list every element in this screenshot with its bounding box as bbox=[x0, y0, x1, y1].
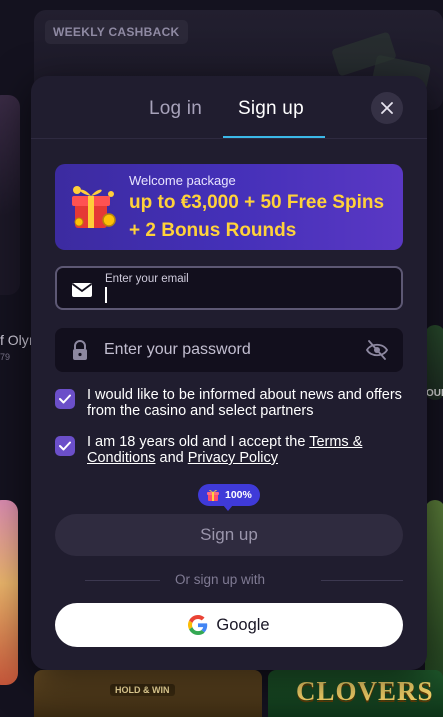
divider-line-left bbox=[85, 580, 160, 581]
promo-subtitle: Welcome package bbox=[129, 173, 236, 188]
promo-headline: up to €3,000 + 50 Free Spins + 2 Bonus R… bbox=[129, 192, 385, 241]
lock-icon bbox=[73, 340, 87, 360]
checkmark-icon bbox=[59, 441, 71, 451]
background-game-title-clovers: CLOVERS bbox=[296, 676, 434, 706]
or-divider: Or sign up with bbox=[85, 572, 403, 588]
privacy-policy-link[interactable]: Privacy Policy bbox=[188, 450, 278, 466]
background-game-text-right: OUI bbox=[426, 388, 443, 399]
background-game-title-left: f Olyı bbox=[0, 332, 33, 348]
gift-icon bbox=[207, 489, 219, 501]
envelope-icon bbox=[71, 283, 93, 297]
email-field[interactable]: Enter your email bbox=[55, 266, 403, 310]
google-logo-icon bbox=[188, 615, 208, 635]
background-game-tile-right-bottom bbox=[425, 500, 443, 690]
newsletter-consent-text: I would like to be informed about news a… bbox=[87, 387, 402, 419]
tab-signup[interactable]: Sign up bbox=[238, 98, 304, 134]
newsletter-consent-row: I would like to be informed about news a… bbox=[55, 387, 405, 423]
email-field-label: Enter your email bbox=[105, 273, 189, 285]
tabs-divider bbox=[31, 138, 427, 139]
or-divider-text: Or sign up with bbox=[175, 572, 266, 587]
eye-off-icon[interactable] bbox=[365, 338, 389, 362]
auth-tabs: Log in Sign up bbox=[31, 76, 427, 140]
divider-line-right bbox=[321, 580, 403, 581]
signup-button[interactable]: Sign up bbox=[55, 514, 403, 556]
password-field[interactable]: Enter your password bbox=[55, 328, 403, 372]
google-signup-button[interactable]: Google bbox=[55, 603, 403, 647]
background-game-tile-left-bottom bbox=[0, 500, 18, 685]
age-terms-checkbox[interactable] bbox=[55, 436, 75, 456]
password-placeholder: Enter your password bbox=[104, 341, 251, 358]
close-button[interactable] bbox=[371, 92, 403, 124]
newsletter-checkbox[interactable] bbox=[55, 389, 75, 409]
tab-login[interactable]: Log in bbox=[149, 98, 202, 134]
text-caret bbox=[105, 287, 107, 303]
age-terms-text-prefix: I am 18 years old and I accept the bbox=[87, 434, 310, 450]
weekly-cashback-badge: WEEKLY CASHBACK bbox=[45, 20, 188, 44]
age-terms-consent-row: I am 18 years old and I accept the Terms… bbox=[55, 434, 405, 470]
close-icon bbox=[381, 102, 393, 114]
google-button-label: Google bbox=[216, 615, 270, 634]
welcome-package-banner[interactable]: Welcome package up to €3,000 + 50 Free S… bbox=[55, 164, 403, 250]
background-game-tile-left bbox=[0, 95, 20, 295]
age-terms-text-mid: and bbox=[155, 450, 188, 466]
checkmark-icon bbox=[59, 394, 71, 404]
gift-icon bbox=[72, 186, 116, 228]
background-game-label-bottom: HOLD & WIN bbox=[110, 684, 175, 696]
age-terms-consent-text: I am 18 years old and I accept the Terms… bbox=[87, 434, 405, 466]
bonus-badge: 100% bbox=[198, 484, 260, 511]
auth-modal: Log in Sign up Welcome package up to €3,… bbox=[31, 76, 427, 670]
background-game-sub-left: 79 bbox=[0, 352, 11, 362]
bonus-badge-text: 100% bbox=[225, 489, 252, 501]
